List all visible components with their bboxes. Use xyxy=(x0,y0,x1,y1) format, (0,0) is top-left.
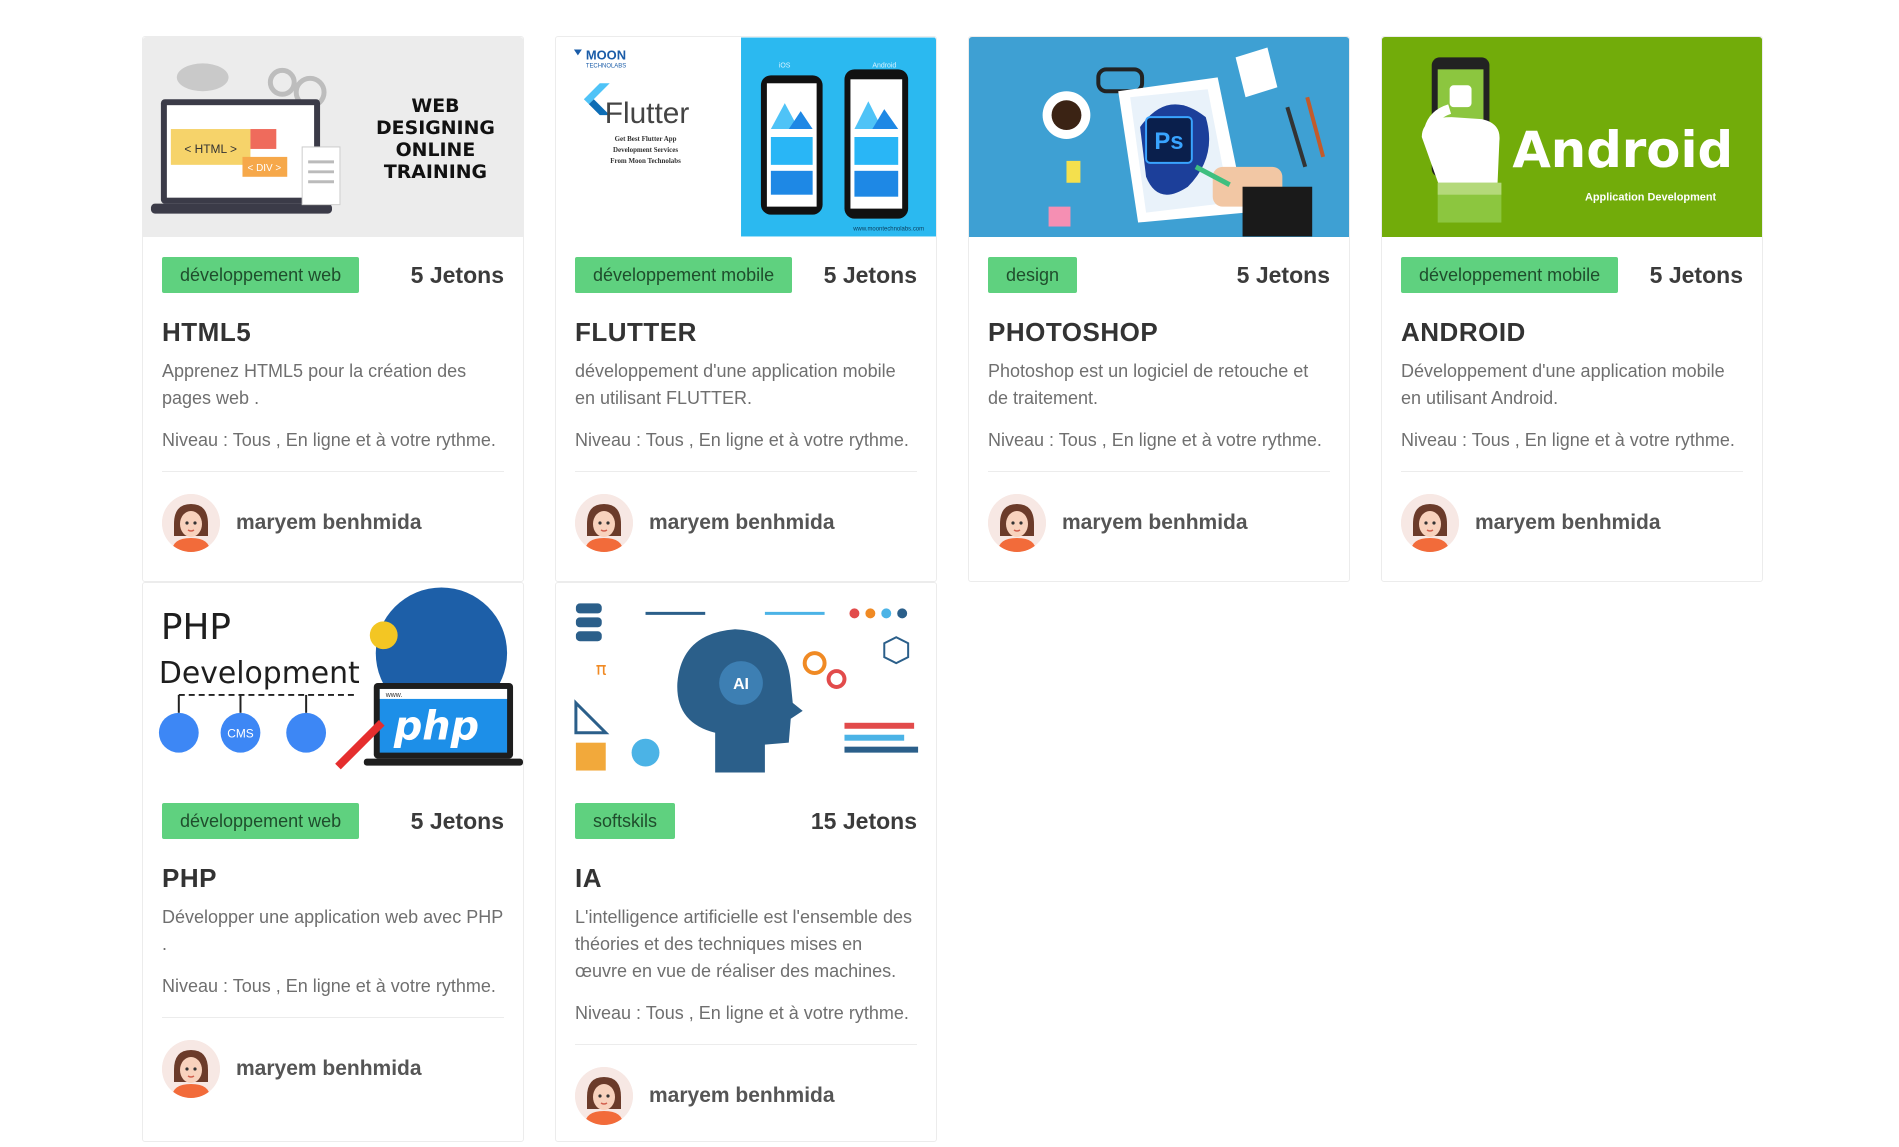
course-level: Niveau : Tous , En ligne et à votre ryth… xyxy=(575,1003,917,1045)
image-title: PHP xyxy=(161,607,231,648)
author[interactable]: maryem benhmida xyxy=(162,472,504,574)
course-image[interactable]: Android Application Development xyxy=(1382,37,1762,237)
course-image[interactable]: PHP Development www. php CMS xyxy=(143,583,523,783)
image-title: Flutter xyxy=(605,97,690,130)
avatar xyxy=(575,1067,633,1125)
author[interactable]: maryem benhmida xyxy=(162,1018,504,1120)
image-brand: MOON xyxy=(586,47,626,62)
category-badge[interactable]: développement mobile xyxy=(1401,257,1619,293)
ai-illustration: AI π xyxy=(556,583,936,783)
course-card-php[interactable]: PHP Development www. php CMS développeme… xyxy=(142,582,524,1142)
token-price: 5 Jetons xyxy=(823,261,917,288)
image-line: From Moon Technolabs xyxy=(610,157,681,165)
course-image[interactable]: AI π xyxy=(556,583,936,783)
token-price: 5 Jetons xyxy=(1236,261,1330,288)
course-level: Niveau : Tous , En ligne et à votre ryth… xyxy=(162,976,504,1018)
course-title[interactable]: PHOTOSHOP xyxy=(988,317,1330,348)
image-os: iOS xyxy=(779,62,791,69)
image-label: < DIV > xyxy=(248,163,282,174)
image-text: TRAINING xyxy=(384,161,487,183)
android-illustration: Android Application Development xyxy=(1382,37,1762,237)
image-logo: Ps xyxy=(1154,128,1183,155)
course-card-html5[interactable]: < HTML > < DIV > WEB DESIGNING ONLINE TR… xyxy=(142,36,524,582)
token-price: 5 Jetons xyxy=(1649,261,1743,288)
image-url: www. xyxy=(385,692,403,699)
image-label: AI xyxy=(733,676,749,693)
category-badge[interactable]: design xyxy=(988,257,1078,293)
course-description: développement d'une application mobile e… xyxy=(575,361,896,408)
category-badge[interactable]: développement web xyxy=(162,257,360,293)
author[interactable]: maryem benhmida xyxy=(575,1045,917,1147)
category-badge[interactable]: développement mobile xyxy=(575,257,793,293)
course-description: Développement d'une application mobile e… xyxy=(1401,361,1725,408)
php-illustration: PHP Development www. php CMS xyxy=(143,583,523,783)
course-level: Niveau : Tous , En ligne et à votre ryth… xyxy=(1401,430,1743,472)
course-title[interactable]: ANDROID xyxy=(1401,317,1743,348)
course-description: Photoshop est un logiciel de retouche et… xyxy=(988,361,1309,408)
image-logo: php xyxy=(393,704,479,750)
author[interactable]: maryem benhmida xyxy=(988,472,1330,574)
course-card-ia[interactable]: AI π softskils 15 Jetons IA L'intelligen… xyxy=(555,582,937,1142)
author-name[interactable]: maryem benhmida xyxy=(649,1084,835,1108)
course-level: Niveau : Tous , En ligne et à votre ryth… xyxy=(988,430,1330,472)
image-title: Development xyxy=(159,656,360,691)
image-text: ONLINE xyxy=(396,139,476,161)
course-card-flutter[interactable]: MOON TECHNOLABS Flutter Get Best Flutter… xyxy=(555,36,937,582)
token-price: 15 Jetons xyxy=(810,807,917,834)
image-brand-sub: TECHNOLABS xyxy=(586,63,626,69)
token-price: 5 Jetons xyxy=(410,807,504,834)
category-badge[interactable]: softskils xyxy=(575,803,676,839)
image-line: Get Best Flutter App xyxy=(615,135,677,143)
avatar xyxy=(575,494,633,552)
author[interactable]: maryem benhmida xyxy=(1401,472,1743,574)
course-image[interactable]: Ps xyxy=(969,37,1349,237)
image-pi: π xyxy=(596,659,607,680)
author[interactable]: maryem benhmida xyxy=(575,472,917,574)
course-level: Niveau : Tous , En ligne et à votre ryth… xyxy=(575,430,917,472)
course-title[interactable]: PHP xyxy=(162,863,504,894)
image-os: Android xyxy=(872,62,896,69)
image-line: Development Services xyxy=(613,146,678,154)
image-url: www.moontechnolabs.com xyxy=(852,227,924,233)
image-title: Android xyxy=(1512,121,1733,179)
author-name[interactable]: maryem benhmida xyxy=(1062,511,1248,535)
flutter-illustration: MOON TECHNOLABS Flutter Get Best Flutter… xyxy=(556,37,936,237)
course-title[interactable]: FLUTTER xyxy=(575,317,917,348)
course-description: Apprenez HTML5 pour la création des page… xyxy=(162,361,467,408)
author-name[interactable]: maryem benhmida xyxy=(236,1057,422,1081)
course-card-photoshop[interactable]: Ps design 5 Jetons PHOTOSHOP Photoshop e… xyxy=(968,36,1350,582)
avatar xyxy=(988,494,1046,552)
token-price: 5 Jetons xyxy=(410,261,504,288)
course-description: Développer une application web avec PHP … xyxy=(162,907,503,954)
category-badge[interactable]: développement web xyxy=(162,803,360,839)
course-title[interactable]: IA xyxy=(575,863,917,894)
image-text: WEB xyxy=(411,95,459,117)
course-card-android[interactable]: Android Application Development développ… xyxy=(1381,36,1763,582)
image-sub: Application Development xyxy=(1585,192,1717,204)
avatar xyxy=(1401,494,1459,552)
course-image[interactable]: MOON TECHNOLABS Flutter Get Best Flutter… xyxy=(556,37,936,237)
avatar xyxy=(162,1040,220,1098)
course-level: Niveau : Tous , En ligne et à votre ryth… xyxy=(162,430,504,472)
course-image[interactable]: < HTML > < DIV > WEB DESIGNING ONLINE TR… xyxy=(143,37,523,237)
photoshop-illustration: Ps xyxy=(969,37,1349,237)
image-label: < HTML > xyxy=(184,142,237,156)
web-design-illustration: < HTML > < DIV > WEB DESIGNING ONLINE TR… xyxy=(143,37,523,237)
author-name[interactable]: maryem benhmida xyxy=(236,511,422,535)
course-title[interactable]: HTML5 xyxy=(162,317,504,348)
course-description: L'intelligence artificielle est l'ensemb… xyxy=(575,907,913,981)
image-text: DESIGNING xyxy=(376,117,495,139)
avatar xyxy=(162,494,220,552)
author-name[interactable]: maryem benhmida xyxy=(1475,511,1661,535)
course-grid: < HTML > < DIV > WEB DESIGNING ONLINE TR… xyxy=(0,0,1899,1142)
image-cms: CMS xyxy=(227,727,254,741)
author-name[interactable]: maryem benhmida xyxy=(649,511,835,535)
